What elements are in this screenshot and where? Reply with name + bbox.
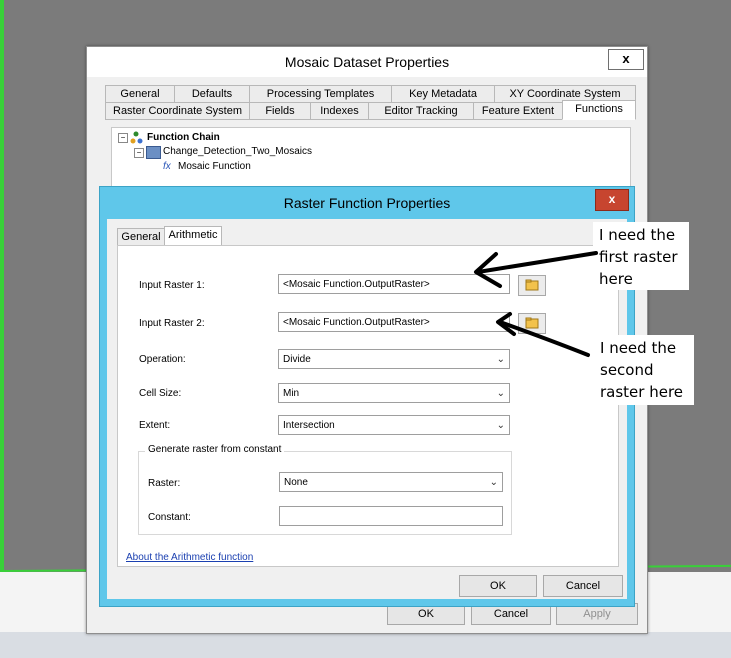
- annotation-arrows: [474, 251, 598, 357]
- arrow-icon: [496, 312, 590, 357]
- arrow-icon: [474, 251, 598, 288]
